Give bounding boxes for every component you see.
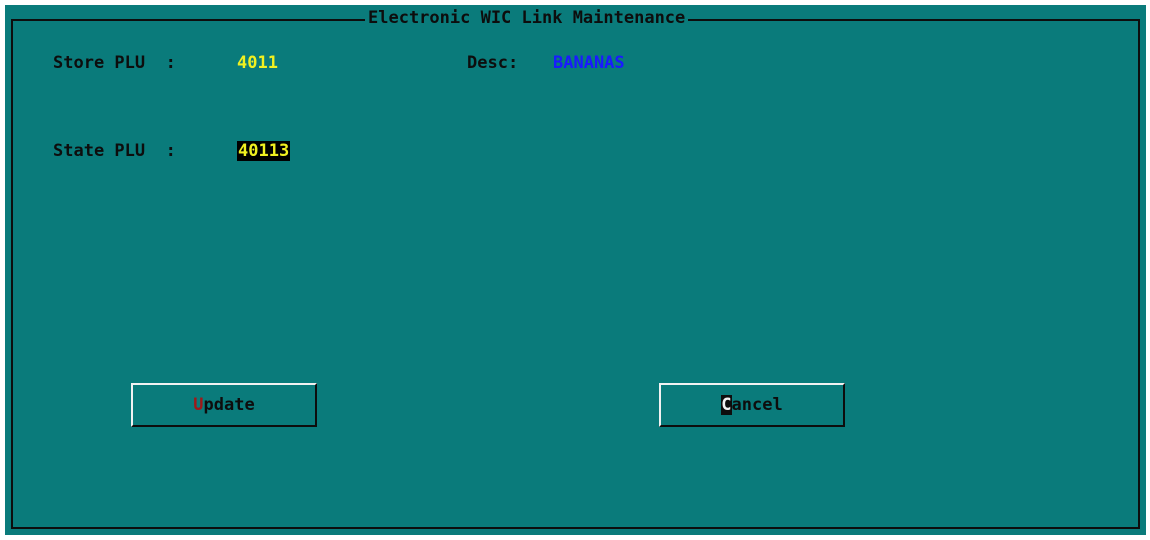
store-plu-value[interactable]: 4011: [237, 53, 278, 73]
wic-link-maintenance-screen: Electronic WIC Link Maintenance Store PL…: [5, 5, 1146, 535]
window-title: Electronic WIC Link Maintenance: [365, 8, 689, 28]
store-plu-label: Store PLU :: [53, 53, 176, 73]
state-plu-label: State PLU :: [53, 141, 176, 161]
cancel-hotkey: C: [721, 395, 732, 415]
cancel-label-rest: ancel: [731, 395, 783, 415]
update-hotkey: U: [193, 395, 204, 415]
update-button[interactable]: Update: [131, 383, 317, 427]
desc-value: BANANAS: [553, 53, 625, 73]
state-plu-input[interactable]: 40113: [237, 141, 291, 161]
update-label-rest: pdate: [203, 395, 255, 415]
cancel-button[interactable]: Cancel: [659, 383, 845, 427]
dialog-frame: [11, 19, 1140, 529]
cancel-button-label: Cancel: [721, 395, 783, 415]
desc-label: Desc:: [467, 53, 519, 73]
update-button-label: Update: [193, 395, 254, 415]
